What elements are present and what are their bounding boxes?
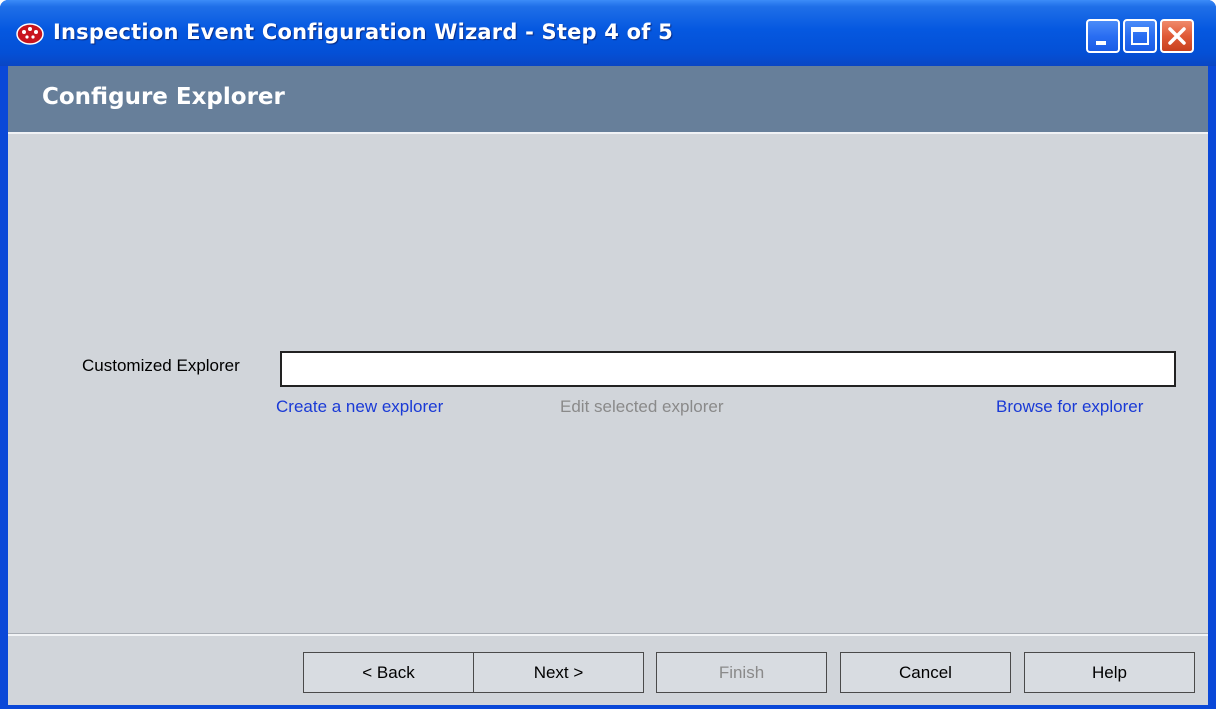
step-header: Configure Explorer (8, 66, 1208, 134)
minimize-icon (1096, 41, 1106, 45)
finish-button: Finish (656, 652, 827, 693)
browse-for-explorer-link[interactable]: Browse for explorer (996, 397, 1143, 417)
close-button[interactable] (1160, 19, 1194, 53)
wizard-client-area: Configure Explorer Customized Explorer C… (8, 66, 1208, 709)
help-button[interactable]: Help (1024, 652, 1195, 693)
close-icon (1168, 27, 1186, 45)
title-bar[interactable]: Inspection Event Configuration Wizard - … (0, 0, 1216, 66)
minimize-button[interactable] (1086, 19, 1120, 53)
cancel-button[interactable]: Cancel (840, 652, 1011, 693)
window-frame-bottom (0, 705, 1216, 709)
footer-divider (8, 633, 1208, 636)
app-icon (15, 23, 45, 45)
window-title: Inspection Event Configuration Wizard - … (53, 20, 673, 44)
maximize-icon (1131, 27, 1149, 45)
next-button[interactable]: Next > (473, 652, 644, 693)
edit-selected-explorer-link: Edit selected explorer (560, 397, 724, 416)
back-button[interactable]: < Back (303, 652, 474, 693)
customized-explorer-label: Customized Explorer (82, 356, 240, 375)
maximize-button[interactable] (1123, 19, 1157, 53)
page-title: Configure Explorer (42, 84, 285, 110)
customized-explorer-input[interactable] (280, 351, 1176, 387)
create-new-explorer-link[interactable]: Create a new explorer (276, 397, 443, 417)
wizard-window: Inspection Event Configuration Wizard - … (0, 0, 1216, 709)
